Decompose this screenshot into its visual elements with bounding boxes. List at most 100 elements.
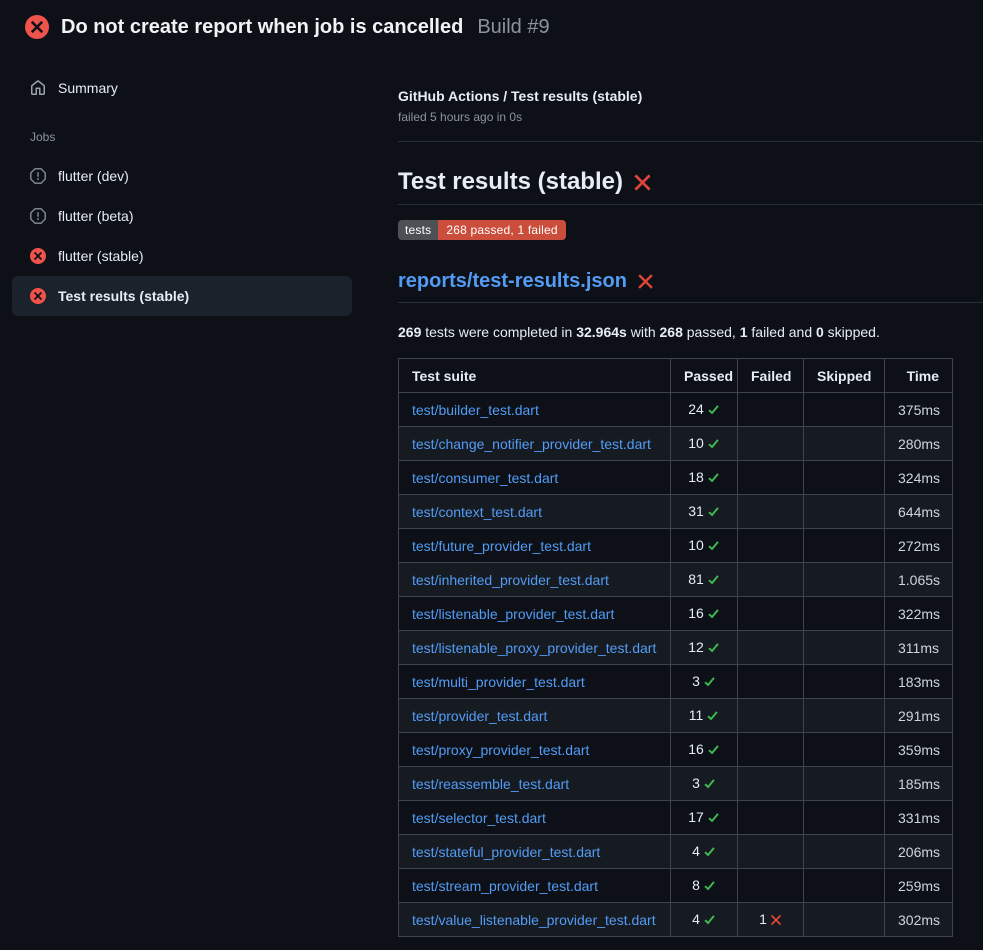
skipped-cell bbox=[804, 529, 885, 563]
skipped-cell bbox=[804, 699, 885, 733]
time-cell: 324ms bbox=[885, 461, 953, 495]
table-row: test/change_notifier_provider_test.dart … bbox=[399, 427, 953, 461]
failed-cell bbox=[738, 835, 804, 869]
test-suite-cell: test/listenable_proxy_provider_test.dart bbox=[399, 631, 671, 665]
x-circle-fill-icon bbox=[30, 248, 46, 264]
run-build-number: Build #9 bbox=[477, 16, 549, 39]
test-suite-link[interactable]: test/stream_provider_test.dart bbox=[412, 878, 598, 894]
table-row: test/builder_test.dart 24 375ms bbox=[399, 393, 953, 427]
skipped-cell bbox=[804, 869, 885, 903]
test-suite-cell: test/listenable_provider_test.dart bbox=[399, 597, 671, 631]
job-label: Test results (stable) bbox=[58, 288, 189, 304]
check-icon bbox=[707, 471, 720, 487]
test-suite-link[interactable]: test/provider_test.dart bbox=[412, 708, 547, 724]
report-file-link[interactable]: reports/test-results.json bbox=[398, 270, 627, 293]
failed-x-mark-icon bbox=[633, 173, 652, 192]
test-suite-link[interactable]: test/reassemble_test.dart bbox=[412, 776, 569, 792]
test-suite-link[interactable]: test/stateful_provider_test.dart bbox=[412, 844, 600, 860]
x-circle-fill-icon bbox=[30, 288, 46, 304]
passed-cell: 81 bbox=[671, 563, 738, 597]
skipped-cell bbox=[804, 801, 885, 835]
test-suite-link[interactable]: test/multi_provider_test.dart bbox=[412, 674, 585, 690]
check-icon bbox=[707, 811, 720, 827]
table-row: test/reassemble_test.dart 3 185ms bbox=[399, 767, 953, 801]
passed-cell: 10 bbox=[671, 529, 738, 563]
table-row: test/future_provider_test.dart 10 272ms bbox=[399, 529, 953, 563]
test-suite-cell: test/builder_test.dart bbox=[399, 393, 671, 427]
column-header-time: Time bbox=[885, 359, 953, 393]
time-cell: 206ms bbox=[885, 835, 953, 869]
failed-cell: 1 bbox=[738, 903, 804, 937]
time-cell: 644ms bbox=[885, 495, 953, 529]
test-suite-link[interactable]: test/future_provider_test.dart bbox=[412, 538, 591, 554]
check-icon bbox=[707, 437, 720, 453]
test-suite-link[interactable]: test/listenable_provider_test.dart bbox=[412, 606, 614, 622]
column-header-skipped: Skipped bbox=[804, 359, 885, 393]
run-header: Do not create report when job is cancell… bbox=[0, 0, 983, 50]
passed-cell: 11 bbox=[671, 699, 738, 733]
skipped-cell bbox=[804, 665, 885, 699]
sidebar-job-item[interactable]: flutter (stable) bbox=[12, 236, 352, 276]
passed-cell: 4 bbox=[671, 835, 738, 869]
jobs-sidebar: Summary Jobs flutter (dev) flutter (beta… bbox=[0, 50, 390, 316]
table-row: test/proxy_provider_test.dart 16 359ms bbox=[399, 733, 953, 767]
test-suite-link[interactable]: test/consumer_test.dart bbox=[412, 470, 558, 486]
test-suite-link[interactable]: test/context_test.dart bbox=[412, 504, 542, 520]
failed-cell bbox=[738, 801, 804, 835]
failed-cell bbox=[738, 529, 804, 563]
test-suite-cell: test/stateful_provider_test.dart bbox=[399, 835, 671, 869]
passed-cell: 31 bbox=[671, 495, 738, 529]
check-icon bbox=[707, 641, 720, 657]
sidebar-job-item[interactable]: flutter (dev) bbox=[12, 156, 352, 196]
check-run-panel: GitHub Actions / Test results (stable) f… bbox=[390, 50, 983, 937]
table-row: test/multi_provider_test.dart 3 183ms bbox=[399, 665, 953, 699]
failed-cell bbox=[738, 393, 804, 427]
passed-cell: 12 bbox=[671, 631, 738, 665]
table-row: test/consumer_test.dart 18 324ms bbox=[399, 461, 953, 495]
failed-cell bbox=[738, 563, 804, 597]
test-suite-link[interactable]: test/listenable_proxy_provider_test.dart bbox=[412, 640, 656, 656]
home-icon bbox=[30, 80, 46, 96]
passed-cell: 16 bbox=[671, 597, 738, 631]
sidebar-job-item[interactable]: flutter (beta) bbox=[12, 196, 352, 236]
check-icon bbox=[706, 709, 719, 725]
job-status-icon bbox=[30, 248, 46, 264]
run-status-line: failed 5 hours ago in 0s bbox=[398, 110, 983, 124]
sidebar-job-item[interactable]: Test results (stable) bbox=[12, 276, 352, 316]
check-icon bbox=[703, 913, 716, 929]
sidebar-item-summary[interactable]: Summary bbox=[12, 74, 352, 102]
test-suite-link[interactable]: test/builder_test.dart bbox=[412, 402, 539, 418]
failed-cell bbox=[738, 597, 804, 631]
check-icon bbox=[703, 845, 716, 861]
stop-cancelled-icon bbox=[30, 168, 46, 184]
skipped-cell bbox=[804, 903, 885, 937]
table-row: test/stream_provider_test.dart 8 259ms bbox=[399, 869, 953, 903]
job-status-icon bbox=[30, 208, 46, 224]
test-suite-link[interactable]: test/proxy_provider_test.dart bbox=[412, 742, 589, 758]
results-table: Test suite Passed Failed Skipped Time te… bbox=[398, 358, 953, 937]
test-suite-cell: test/selector_test.dart bbox=[399, 801, 671, 835]
results-table-header-row: Test suite Passed Failed Skipped Time bbox=[399, 359, 953, 393]
test-suite-cell: test/stream_provider_test.dart bbox=[399, 869, 671, 903]
failed-cell bbox=[738, 665, 804, 699]
test-suite-link[interactable]: test/inherited_provider_test.dart bbox=[412, 572, 609, 588]
stop-cancelled-icon bbox=[30, 208, 46, 224]
test-suite-cell: test/proxy_provider_test.dart bbox=[399, 733, 671, 767]
workflow-breadcrumb: GitHub Actions / Test results (stable) bbox=[398, 88, 983, 104]
test-suite-link[interactable]: test/change_notifier_provider_test.dart bbox=[412, 436, 651, 452]
passed-cell: 10 bbox=[671, 427, 738, 461]
job-label: flutter (stable) bbox=[58, 248, 144, 264]
failed-cell bbox=[738, 427, 804, 461]
sidebar-jobs-list: flutter (dev) flutter (beta) flutter (st… bbox=[12, 156, 352, 316]
run-failed-icon bbox=[25, 15, 49, 39]
time-cell: 322ms bbox=[885, 597, 953, 631]
check-icon bbox=[707, 403, 720, 419]
test-suite-link[interactable]: test/value_listenable_provider_test.dart bbox=[412, 912, 656, 928]
time-cell: 259ms bbox=[885, 869, 953, 903]
check-icon bbox=[707, 505, 720, 521]
test-suite-cell: test/provider_test.dart bbox=[399, 699, 671, 733]
passed-cell: 17 bbox=[671, 801, 738, 835]
test-suite-link[interactable]: test/selector_test.dart bbox=[412, 810, 546, 826]
passed-cell: 16 bbox=[671, 733, 738, 767]
check-icon bbox=[703, 675, 716, 691]
